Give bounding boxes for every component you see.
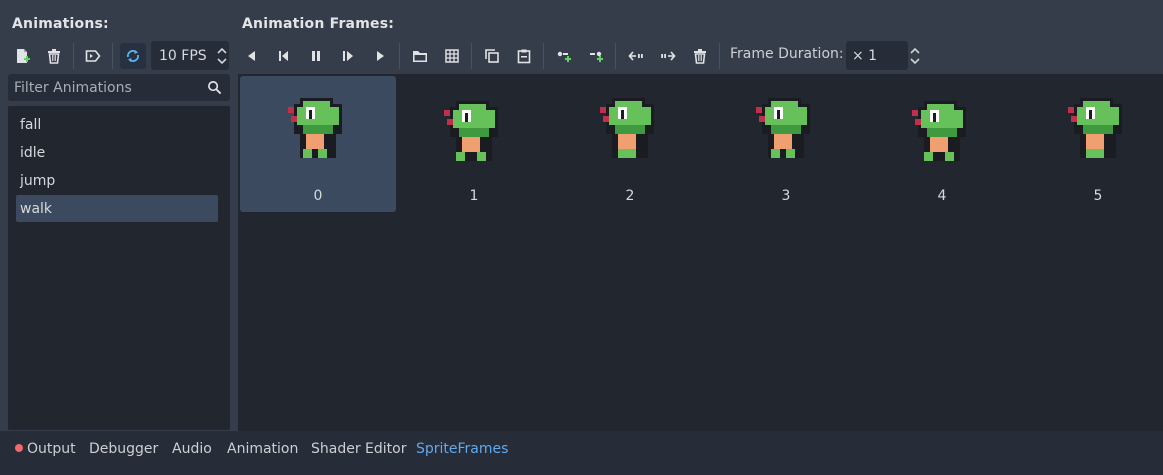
new-file-icon: [17, 49, 30, 63]
animation-item-idle[interactable]: idle: [16, 139, 218, 166]
frame-index: 1: [469, 188, 479, 204]
dino-sprite-icon: [288, 98, 342, 158]
frame-index: 5: [1093, 188, 1103, 204]
frame-duration-value: × 1: [852, 47, 878, 64]
autoplay-icon: [85, 50, 101, 62]
play-backwards-icon: [248, 51, 255, 61]
separator: [615, 43, 616, 69]
load-from-file-button[interactable]: [407, 43, 433, 69]
tab-spriteframes[interactable]: SpriteFrames: [416, 441, 508, 457]
frame-tile-2[interactable]: 2: [552, 76, 708, 212]
dino-sprite-icon: [1068, 98, 1122, 158]
load-from-sprite-sheet-button[interactable]: [439, 43, 465, 69]
move-frame-left-button[interactable]: [623, 43, 649, 69]
separator: [543, 43, 544, 69]
pause-button[interactable]: [303, 43, 329, 69]
frame-tile-1[interactable]: 1: [396, 76, 552, 212]
pause-icon: [312, 51, 320, 61]
frame-tile-5[interactable]: 5: [1020, 76, 1163, 212]
copy-icon: [485, 49, 499, 63]
error-indicator-icon: [15, 444, 23, 452]
play-from-start-button[interactable]: [335, 43, 361, 69]
copy-frame-button[interactable]: [479, 43, 505, 69]
loop-icon: [127, 50, 139, 62]
dino-sprite-icon: [912, 101, 966, 161]
tab-animation[interactable]: Animation: [227, 441, 298, 457]
tab-debugger[interactable]: Debugger: [89, 441, 158, 457]
paste-icon: [517, 49, 531, 64]
play-button[interactable]: [367, 43, 393, 69]
separator: [471, 43, 472, 69]
up-down-arrows-icon: [217, 47, 227, 65]
separator: [719, 43, 720, 69]
fps-up-down-arrows[interactable]: [215, 45, 229, 67]
search-icon: [208, 81, 222, 95]
insert-frame-after-button[interactable]: [583, 43, 609, 69]
play-icon: [377, 51, 384, 61]
separator: [73, 43, 74, 69]
tab-audio[interactable]: Audio: [172, 441, 212, 457]
up-down-arrows-icon: [910, 47, 920, 65]
animation-item-label: idle: [20, 144, 46, 161]
add-animation-button[interactable]: [9, 43, 35, 69]
delete-frame-button[interactable]: [687, 43, 713, 69]
frame-index: 2: [625, 188, 635, 204]
insert-before-icon: [557, 51, 571, 62]
animation-frames-grid: 0 1 2 3 4 5: [238, 74, 1163, 431]
separator: [112, 43, 113, 69]
frame-duration-label: Frame Duration:: [730, 46, 844, 62]
frame-tile-0[interactable]: 0: [240, 76, 396, 212]
fps-value: 10 FPS: [159, 47, 207, 64]
frame-index: 4: [937, 188, 947, 204]
trash-icon: [694, 49, 706, 64]
frame-index: 3: [781, 188, 791, 204]
play-start-icon: [343, 51, 353, 61]
delete-animation-button[interactable]: [41, 43, 67, 69]
play-backwards-from-end-button[interactable]: [239, 43, 265, 69]
frame-tile-4[interactable]: 4: [864, 76, 1020, 212]
paste-frame-button[interactable]: [511, 43, 537, 69]
tab-label: Output: [27, 441, 76, 457]
move-frame-right-button[interactable]: [655, 43, 681, 69]
frame-duration-spinbox[interactable]: × 1: [846, 41, 908, 70]
bottom-panel-bar: Output Debugger Audio Animation Shader E…: [0, 431, 1163, 475]
tab-shader-editor[interactable]: Shader Editor: [311, 441, 406, 457]
animation-item-label: jump: [20, 172, 56, 189]
loop-toggle-button[interactable]: [120, 43, 146, 69]
dino-sprite-icon: [444, 101, 498, 161]
frame-tile-3[interactable]: 3: [708, 76, 864, 212]
animation-item-walk[interactable]: walk: [16, 195, 218, 222]
move-right-icon: [661, 51, 676, 61]
trash-icon: [48, 49, 60, 64]
frame-index: 0: [313, 188, 323, 204]
grid-icon: [445, 49, 459, 63]
filter-placeholder: Filter Animations: [14, 79, 132, 96]
animation-item-label: fall: [20, 116, 42, 133]
tab-output[interactable]: Output: [15, 441, 76, 457]
spriteframes-panel: Animations: Animation Frames: 10 FPS Fra…: [0, 0, 1163, 431]
move-left-icon: [628, 51, 643, 61]
animation-item-fall[interactable]: fall: [16, 111, 218, 138]
insert-frame-before-button[interactable]: [551, 43, 577, 69]
autoplay-on-load-button[interactable]: [80, 43, 106, 69]
insert-after-icon: [590, 51, 603, 62]
play-start-backwards-icon: [279, 51, 288, 61]
separator: [399, 43, 400, 69]
dino-sprite-icon: [756, 98, 810, 158]
frame-duration-up-down-arrows[interactable]: [908, 45, 922, 67]
animation-item-jump[interactable]: jump: [16, 167, 218, 194]
animation-item-label: walk: [20, 200, 53, 217]
play-backwards-button[interactable]: [271, 43, 297, 69]
animations-header: Animations:: [12, 16, 109, 32]
folder-icon: [413, 51, 427, 62]
animation-frames-header: Animation Frames:: [242, 16, 395, 32]
filter-animations-input[interactable]: Filter Animations: [8, 74, 230, 101]
dino-sprite-icon: [600, 98, 654, 158]
